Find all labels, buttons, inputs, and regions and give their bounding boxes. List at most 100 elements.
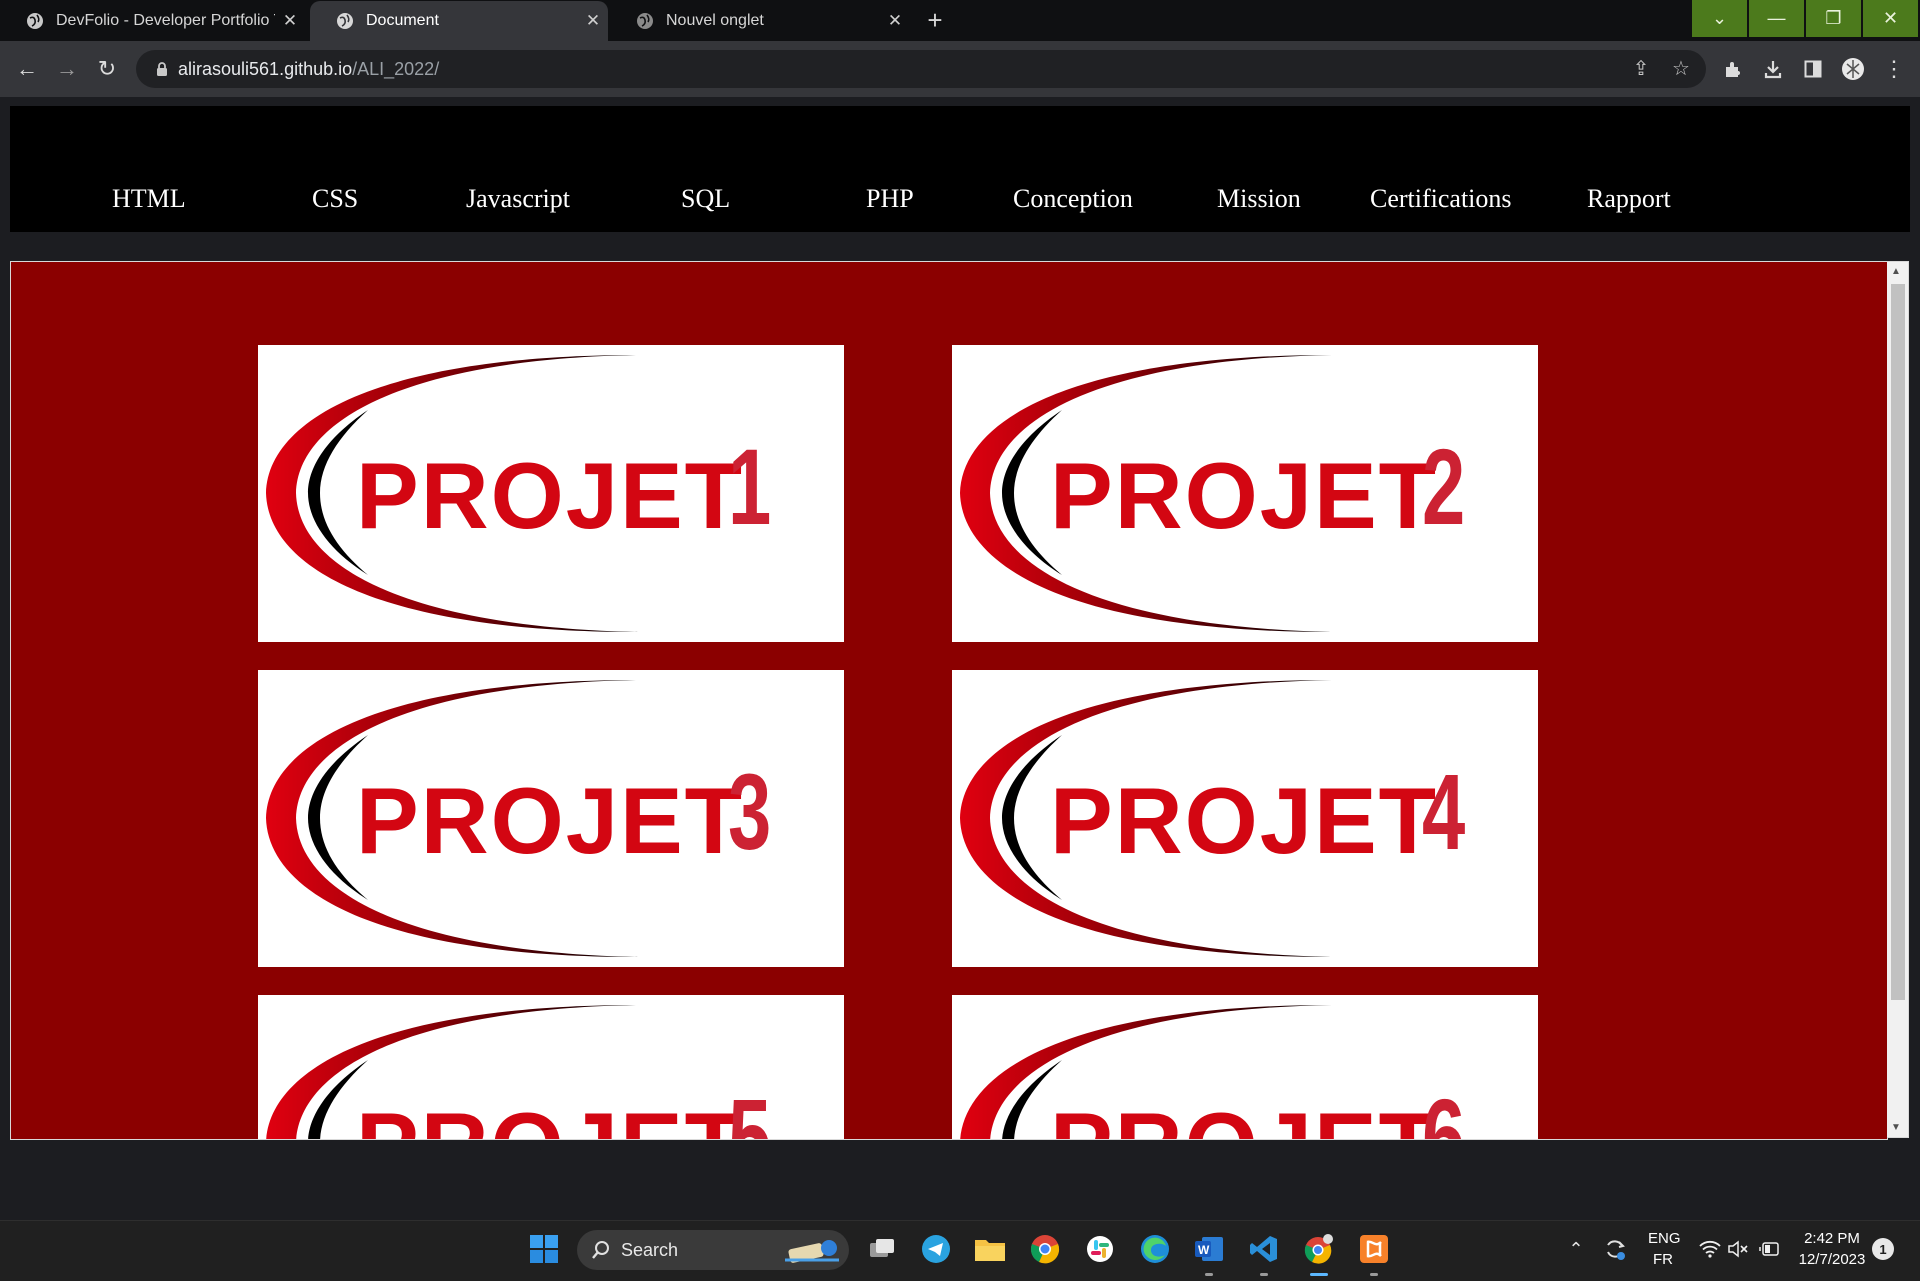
restore-icon: ❐ xyxy=(1825,8,1842,28)
project-number: 5 xyxy=(728,1076,772,1140)
windows-taskbar: Search W ⌃ ENG FR 2:42 PM 12/7/2023 1 xyxy=(0,1220,1920,1281)
lock-icon[interactable] xyxy=(154,61,170,77)
arrow-right-icon: → xyxy=(56,56,78,81)
new-tab-button[interactable]: + xyxy=(920,6,950,36)
clock-time[interactable]: 2:42 PM xyxy=(1790,1230,1874,1247)
project-card-3[interactable]: PROJET 3 xyxy=(258,670,844,967)
scroll-up-arrow-icon[interactable]: ▲ xyxy=(1891,266,1901,277)
minimize-button[interactable]: — xyxy=(1749,0,1804,37)
project-label: PROJET xyxy=(356,768,745,873)
project-card-6[interactable]: PROJET 6 xyxy=(952,995,1538,1140)
telegram-icon[interactable] xyxy=(918,1231,954,1267)
scroll-down-arrow-icon[interactable]: ▼ xyxy=(1891,1122,1901,1133)
running-indicator xyxy=(1260,1273,1268,1276)
close-icon[interactable]: ✕ xyxy=(578,11,608,31)
address-bar[interactable]: alirasouli561.github.io/ALI_2022/ ⇪ ☆ xyxy=(136,50,1706,88)
file-explorer-icon[interactable] xyxy=(972,1231,1008,1267)
svg-text:W: W xyxy=(1198,1243,1210,1257)
browser-toolbar: ← → ↻ alirasouli561.github.io/ALI_2022/ … xyxy=(0,41,1920,97)
search-placeholder: Search xyxy=(621,1240,679,1260)
extensions-icon[interactable] xyxy=(1718,41,1748,97)
nav-link-javascript[interactable]: Javascript xyxy=(466,184,570,214)
notification-badge[interactable]: 1 xyxy=(1872,1238,1894,1260)
taskbar-search[interactable]: Search xyxy=(577,1230,849,1270)
chevron-up-icon[interactable]: ⌃ xyxy=(1558,1231,1594,1267)
close-icon[interactable]: ✕ xyxy=(880,11,910,31)
project-number: 6 xyxy=(1422,1076,1466,1140)
windows-start-icon[interactable] xyxy=(526,1231,562,1267)
nav-link-conception[interactable]: Conception xyxy=(1013,184,1133,214)
profile-avatar-icon[interactable] xyxy=(1838,41,1868,97)
project-number: 1 xyxy=(728,426,772,547)
project-card-1[interactable]: PROJET 1 xyxy=(258,345,844,642)
word-icon[interactable]: W xyxy=(1191,1231,1227,1267)
tab-strip: DevFolio - Developer Portfolio Te ✕ Docu… xyxy=(0,0,1920,41)
edge-icon[interactable] xyxy=(1137,1231,1173,1267)
reload-button[interactable]: ↻ xyxy=(92,41,122,97)
restore-button[interactable]: ❐ xyxy=(1806,0,1861,37)
slack-icon[interactable] xyxy=(1082,1231,1118,1267)
nav-link-certifications[interactable]: Certifications xyxy=(1370,184,1512,214)
sync-icon[interactable] xyxy=(1597,1231,1633,1267)
reload-icon: ↻ xyxy=(97,56,117,81)
tab-document[interactable]: Document ✕ xyxy=(310,1,608,41)
download-icon[interactable] xyxy=(1758,41,1788,97)
clock-date[interactable]: 12/7/2023 xyxy=(1790,1251,1874,1268)
nav-link-php[interactable]: PHP xyxy=(866,184,914,214)
project-number: 4 xyxy=(1422,751,1466,872)
tab-title: DevFolio - Developer Portfolio Te xyxy=(56,12,275,29)
url-path: /ALI_2022/ xyxy=(352,59,440,79)
nav-link-mission[interactable]: Mission xyxy=(1217,184,1301,214)
close-icon[interactable]: ✕ xyxy=(275,11,305,31)
nav-link-rapport[interactable]: Rapport xyxy=(1587,184,1671,214)
menu-icon[interactable]: ⋮ xyxy=(1880,41,1908,97)
chrome-active-icon[interactable] xyxy=(1301,1231,1337,1267)
scroll-thumb[interactable] xyxy=(1891,284,1905,1000)
project-number: 2 xyxy=(1422,426,1466,547)
url-domain: alirasouli561.github.io xyxy=(178,59,353,79)
project-label: PROJET xyxy=(1050,1099,1438,1140)
share-icon[interactable]: ⇪ xyxy=(1628,57,1654,81)
project-label: PROJET xyxy=(356,1099,744,1140)
vscode-icon[interactable] xyxy=(1246,1231,1282,1267)
url-text[interactable]: alirasouli561.github.io/ALI_2022/ xyxy=(178,59,439,80)
nav-link-sql[interactable]: SQL xyxy=(681,184,730,214)
language-top[interactable]: ENG xyxy=(1648,1230,1681,1247)
project-label: PROJET xyxy=(1050,443,1439,548)
projects-frame: PROJET 1 PROJET 2 PROJET 3 PROJET 4 PROJ… xyxy=(10,261,1888,1140)
tab-title: Document xyxy=(366,12,439,29)
tab-title: Nouvel onglet xyxy=(666,12,764,29)
nav-link-css[interactable]: CSS xyxy=(312,184,358,214)
running-indicator xyxy=(1370,1273,1378,1276)
volume-muted-icon[interactable] xyxy=(1720,1231,1756,1267)
star-icon[interactable]: ☆ xyxy=(1668,57,1694,81)
globe-icon xyxy=(637,13,653,29)
task-view-icon[interactable] xyxy=(864,1231,900,1267)
project-card-5[interactable]: PROJET 5 xyxy=(258,995,844,1140)
battery-icon[interactable] xyxy=(1752,1231,1788,1267)
site-nav: HTML CSS Javascript SQL PHP Conception M… xyxy=(10,106,1910,232)
nav-link-html[interactable]: HTML xyxy=(112,184,186,214)
project-card-2[interactable]: PROJET 2 xyxy=(952,345,1538,642)
project-card-4[interactable]: PROJET 4 xyxy=(952,670,1538,967)
xampp-icon[interactable] xyxy=(1356,1231,1392,1267)
globe-icon xyxy=(27,13,43,29)
tab-devfolio[interactable]: DevFolio - Developer Portfolio Te ✕ xyxy=(0,1,305,41)
close-window-button[interactable]: ✕ xyxy=(1863,0,1918,37)
project-label: PROJET xyxy=(356,443,745,548)
tab-search-button[interactable]: ⌄ xyxy=(1692,0,1747,37)
close-icon: ✕ xyxy=(1882,8,1899,28)
chrome-icon[interactable] xyxy=(1027,1231,1063,1267)
side-panel-icon[interactable] xyxy=(1798,41,1828,97)
arrow-left-icon: ← xyxy=(16,56,38,81)
chevron-down-icon: ⌄ xyxy=(1711,8,1728,28)
frame-scrollbar[interactable]: ▲ ▼ xyxy=(1887,261,1909,1138)
project-label: PROJET xyxy=(1050,768,1439,873)
back-button[interactable]: ← xyxy=(12,41,42,97)
minimize-icon: — xyxy=(1767,8,1786,28)
forward-button[interactable]: → xyxy=(52,41,82,97)
tab-nouvel-onglet[interactable]: Nouvel onglet ✕ xyxy=(610,1,910,41)
search-highlight-icon xyxy=(785,1240,839,1263)
language-bottom[interactable]: FR xyxy=(1648,1251,1678,1268)
globe-icon xyxy=(337,13,353,29)
